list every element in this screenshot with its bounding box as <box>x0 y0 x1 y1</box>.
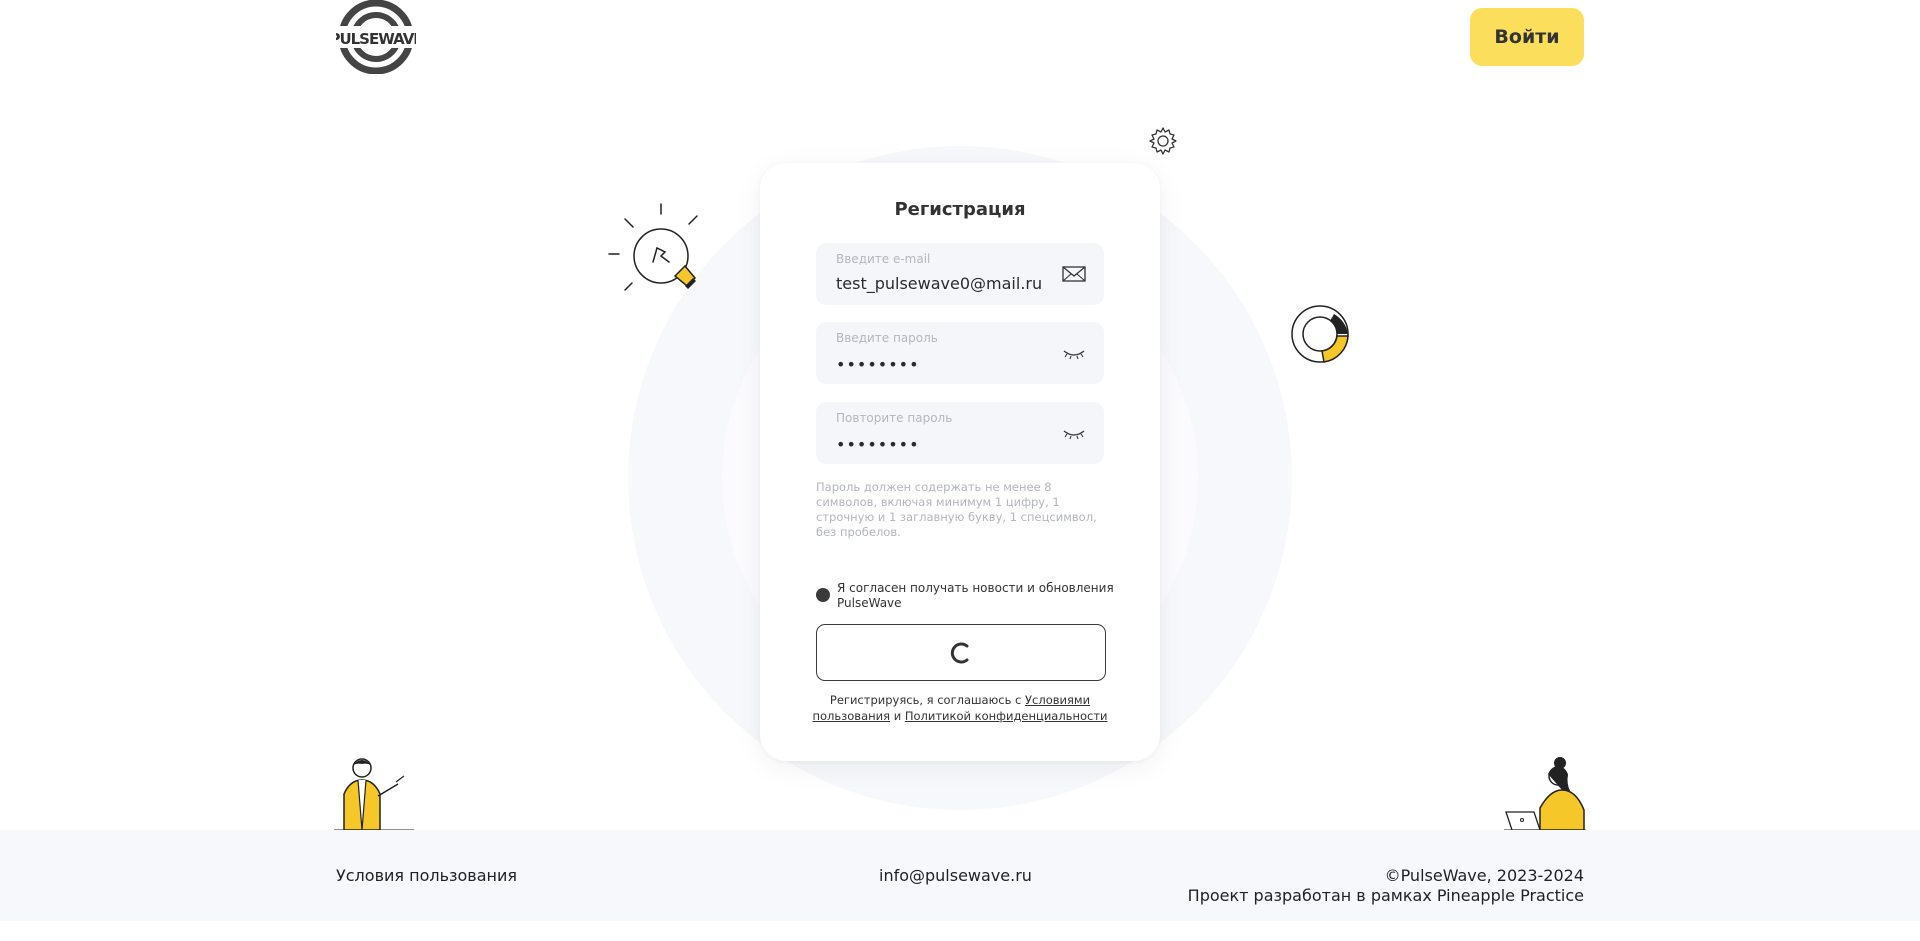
terms-notice: Регистрируясь, я соглашаюсь с Условиями … <box>800 692 1120 724</box>
email-input[interactable] <box>836 274 1046 293</box>
page-title: Регистрация <box>894 199 1026 220</box>
password-repeat-input[interactable]: •••••••• <box>836 435 1046 454</box>
terms-and: и <box>893 709 902 723</box>
password-repeat-field[interactable]: Повторите пароль •••••••• <box>816 402 1104 464</box>
page: PULSEWAVE Войти <box>0 0 1920 941</box>
password-hint: Пароль должен содержать не менее 8 симво… <box>816 480 1097 539</box>
consent-checkbox[interactable] <box>816 588 830 602</box>
svg-text:PULSEWAVE: PULSEWAVE <box>336 30 416 48</box>
copyright-text: ©PulseWave, 2023-2024 <box>1384 866 1584 885</box>
email-label: Введите e-mail <box>836 252 931 266</box>
footer-email-link[interactable]: info@pulsewave.ru <box>879 866 1032 885</box>
project-text: Проект разработан в рамках Pineapple Pra… <box>1187 886 1584 905</box>
envelope-icon <box>1062 266 1086 282</box>
person-with-laptop-illustration <box>1504 757 1586 831</box>
register-button[interactable] <box>816 624 1106 681</box>
login-button[interactable]: Войти <box>1470 8 1584 66</box>
loading-spinner-icon <box>950 642 969 664</box>
password-input[interactable]: •••••••• <box>836 355 1046 374</box>
password-field[interactable]: Введите пароль •••••••• <box>816 322 1104 384</box>
footer: Условия пользования info@pulsewave.ru ©P… <box>0 830 1920 921</box>
lightbulb-icon <box>608 203 698 291</box>
password-repeat-label: Повторите пароль <box>836 411 953 425</box>
terms-prefix: Регистрируясь, я соглашаюсь с <box>829 693 1022 707</box>
eye-closed-icon[interactable] <box>1062 343 1086 363</box>
pulsewave-logo[interactable]: PULSEWAVE <box>336 0 416 74</box>
registration-card: Регистрация Введите e-mail Введите парол… <box>760 163 1160 761</box>
consent-checkbox-row[interactable]: Я согласен получать новости и обновления… <box>816 581 1116 611</box>
eye-closed-icon[interactable] <box>1062 423 1086 443</box>
gear-icon <box>1149 127 1177 155</box>
password-label: Введите пароль <box>836 331 938 345</box>
person-waving-illustration <box>334 758 414 831</box>
footer-terms-link[interactable]: Условия пользования <box>336 866 517 885</box>
donut-chart-icon <box>1291 305 1349 363</box>
footer-copyright: ©PulseWave, 2023-2024 Проект разработан … <box>1188 866 1584 906</box>
consent-label: Я согласен получать новости и обновления… <box>837 581 1114 610</box>
email-field[interactable]: Введите e-mail <box>816 243 1104 305</box>
privacy-policy-link[interactable]: Политикой конфиденциальности <box>905 709 1108 723</box>
